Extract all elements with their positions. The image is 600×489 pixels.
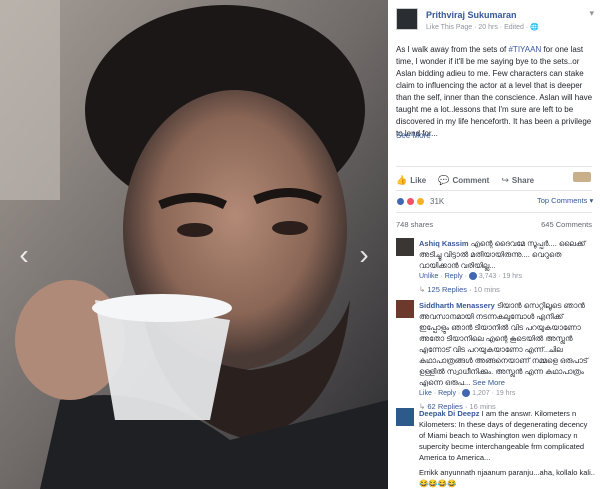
share-label: Share [511,175,535,185]
reactions-summary[interactable]: 31K [396,195,444,207]
comment-body: Siddharth Menassery ടിയാൻ സെറ്റിലൂടെ ഞാൻ… [419,300,595,412]
post-header: Prithviraj Sukumaran Like This Page · 20… [396,8,596,36]
reply-arrow-icon: ↳ [419,285,426,294]
commenter-avatar[interactable] [396,408,414,426]
post-text-rest: for one last time, I wonder if it'll be … [396,45,593,138]
like-count-icon [468,272,477,281]
post-text-start: As I walk away from the sets of [396,45,509,54]
replies-time: 10 mins [473,285,500,294]
comment-button[interactable]: 💬 Comment [438,175,489,186]
comment-meta: Unlike · Reply · 3,743 · 19 hrs [419,272,523,281]
comments-count[interactable]: 645 Comments [541,220,592,229]
like-reaction-icon [396,196,405,206]
comment-like-count[interactable]: 1,207 [472,390,490,397]
comment-like-count[interactable]: 3,743 [479,273,497,280]
commenter-name[interactable]: Deepak Di Deepz [419,409,479,418]
reply-text: Errikk anyunnath njaanum paranju...aha, … [419,468,595,488]
reaction-count: 31K [430,196,445,206]
post-actions: 👍 Like 💬 Comment ↪ Share [396,174,592,186]
previous-photo-arrow[interactable]: ‹ [14,240,34,270]
like-count-icon [462,389,471,398]
love-reaction-icon [406,196,415,206]
reply-link[interactable]: Reply [438,390,456,397]
post-meta: Like This Page · 20 hrs · Edited · 🌐 [426,23,539,31]
like-button[interactable]: 👍 Like [396,175,426,186]
shares-count[interactable]: 748 shares [396,220,433,229]
view-replies-link[interactable]: ↳ 125 Replies · 10 mins [419,284,595,295]
wow-reaction-icon [416,196,425,206]
unlike-link[interactable]: Unlike [419,273,438,280]
divider [396,166,592,167]
post-side-panel: Prithviraj Sukumaran Like This Page · 20… [388,0,600,489]
comment-see-more-link[interactable]: See More [472,378,505,387]
hashtag-link[interactable]: #TIYAAN [508,45,541,54]
top-comments-dropdown[interactable]: Top Comments ▾ [537,196,593,205]
comment-body: Deepak Di Deepz I am the answr. Kilomete… [419,408,595,489]
comment-body: Ashiq Kassim എന്റെ ദൈവമേ സൂപ്പർ.... ലൈക്… [419,238,595,295]
commenter-name[interactable]: Ashiq Kassim [419,239,469,248]
divider [396,190,592,191]
like-link[interactable]: Like [419,390,432,397]
commenter-avatar[interactable] [396,300,414,318]
page-avatar[interactable] [396,8,418,30]
share-icon: ↪ [501,174,509,185]
comment-meta: Like · Reply · 1,207 · 19 hrs [419,389,516,398]
people-avatar-icon[interactable] [573,172,591,182]
divider [396,212,592,213]
post-photo [0,0,388,489]
page-name-link[interactable]: Prithviraj Sukumaran [426,10,517,20]
see-more-link[interactable]: See More [396,131,431,140]
post-time-edited: · 20 hrs · Edited · [472,24,531,31]
comment-icon: 💬 [438,174,450,185]
comment-time: 19 hrs [502,273,523,280]
comment-label: Comment [452,175,490,185]
reply-link[interactable]: Reply [445,273,463,280]
next-photo-arrow[interactable]: › [354,240,374,270]
share-button[interactable]: ↪ Share [501,175,534,186]
comment-text: ടിയാൻ സെറ്റിലൂടെ ഞാൻ അവസാനമായി നടന്നകലുമ… [419,301,588,387]
like-label: Like [410,175,427,185]
commenter-name[interactable]: Siddharth Menassery [419,301,495,310]
post-options-caret-icon[interactable]: ▾ [589,8,594,19]
comment-time: 19 hrs [495,390,516,397]
post-text: As I walk away from the sets of #TIYAAN … [396,44,596,140]
replies-count: 125 Replies [427,285,467,294]
globe-icon: 🌐 [530,24,539,31]
commenter-avatar[interactable] [396,238,414,256]
like-page-link[interactable]: Like This Page [426,24,472,31]
photo-viewer: ‹ › [0,0,388,489]
thumbs-up-icon: 👍 [396,174,408,185]
